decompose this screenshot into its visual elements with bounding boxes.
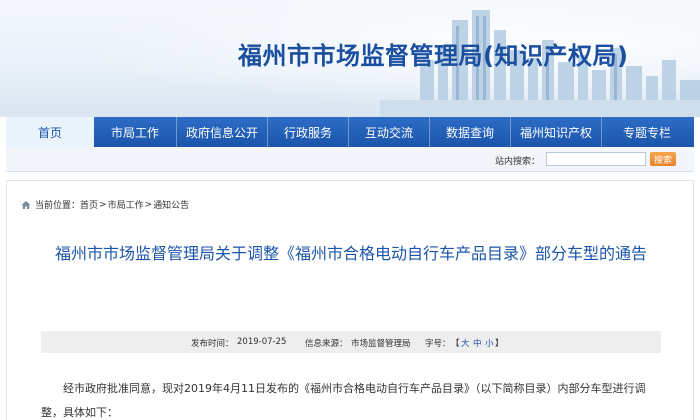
search-button[interactable]: 搜索 <box>650 152 676 166</box>
publish-date-label: 发布时间： <box>191 339 234 349</box>
font-size-bracket-close: 】 <box>495 339 504 349</box>
source-label: 信息来源： <box>305 339 348 349</box>
nav-item-special-topics[interactable]: 专题专栏 <box>602 117 692 147</box>
font-size-medium[interactable]: 中 <box>473 337 482 349</box>
header-banner: 福州市市场监督管理局(知识产权局) <box>0 0 700 117</box>
source-value: 市场监督管理局 <box>351 339 411 349</box>
nav-item-data-query[interactable]: 数据查询 <box>430 117 510 147</box>
breadcrumb: 当前位置： 首页 > 市局工作 > 通知公告 <box>21 198 189 211</box>
home-icon <box>21 200 31 209</box>
font-size-bracket-open: 【 <box>451 339 460 349</box>
breadcrumb-separator: > <box>99 199 107 210</box>
site-title: 福州市市场监督管理局(知识产权局) <box>238 42 629 70</box>
article-meta: 发布时间： 2019-07-25 信息来源： 市场监督管理局 字号： 【 大 中… <box>41 331 661 353</box>
search-bar: 站内搜索： 搜索 <box>6 147 694 172</box>
content-panel: 当前位置： 首页 > 市局工作 > 通知公告 福州市市场监督管理局关于调整《福州… <box>6 180 694 420</box>
breadcrumb-notices[interactable]: 通知公告 <box>153 198 189 211</box>
breadcrumb-home[interactable]: 首页 <box>80 198 98 211</box>
font-size-label: 字号： <box>425 339 451 349</box>
publish-date: 2019-07-25 <box>237 337 287 347</box>
search-label: 站内搜索： <box>495 157 541 167</box>
article-title: 福州市市场监督管理局关于调整《福州市合格电动自行车产品目录》部分车型的通告 <box>54 244 647 263</box>
breadcrumb-bureau-work[interactable]: 市局工作 <box>108 198 144 211</box>
nav-item-ip[interactable]: 福州知识产权 <box>511 117 601 147</box>
font-size-large[interactable]: 大 <box>461 337 470 349</box>
nav-item-bureau-work[interactable]: 市局工作 <box>94 117 176 147</box>
breadcrumb-prefix: 当前位置： <box>35 201 81 211</box>
breadcrumb-separator: > <box>144 199 153 210</box>
nav-item-interaction[interactable]: 互动交流 <box>349 117 429 147</box>
nav-item-gov-info[interactable]: 政府信息公开 <box>177 117 267 147</box>
font-size-small[interactable]: 小 <box>485 337 494 349</box>
main-nav: 首页 市局工作 政府信息公开 行政服务 互动交流 数据查询 福州知识产权 专题专… <box>6 117 694 147</box>
nav-item-admin-service[interactable]: 行政服务 <box>268 117 348 147</box>
search-input[interactable] <box>546 152 646 166</box>
article-body: 经市政府批准同意，现对2019年4月11日发布的《福州市合格电动自行车产品目录》… <box>41 382 646 419</box>
nav-item-home[interactable]: 首页 <box>6 117 94 147</box>
